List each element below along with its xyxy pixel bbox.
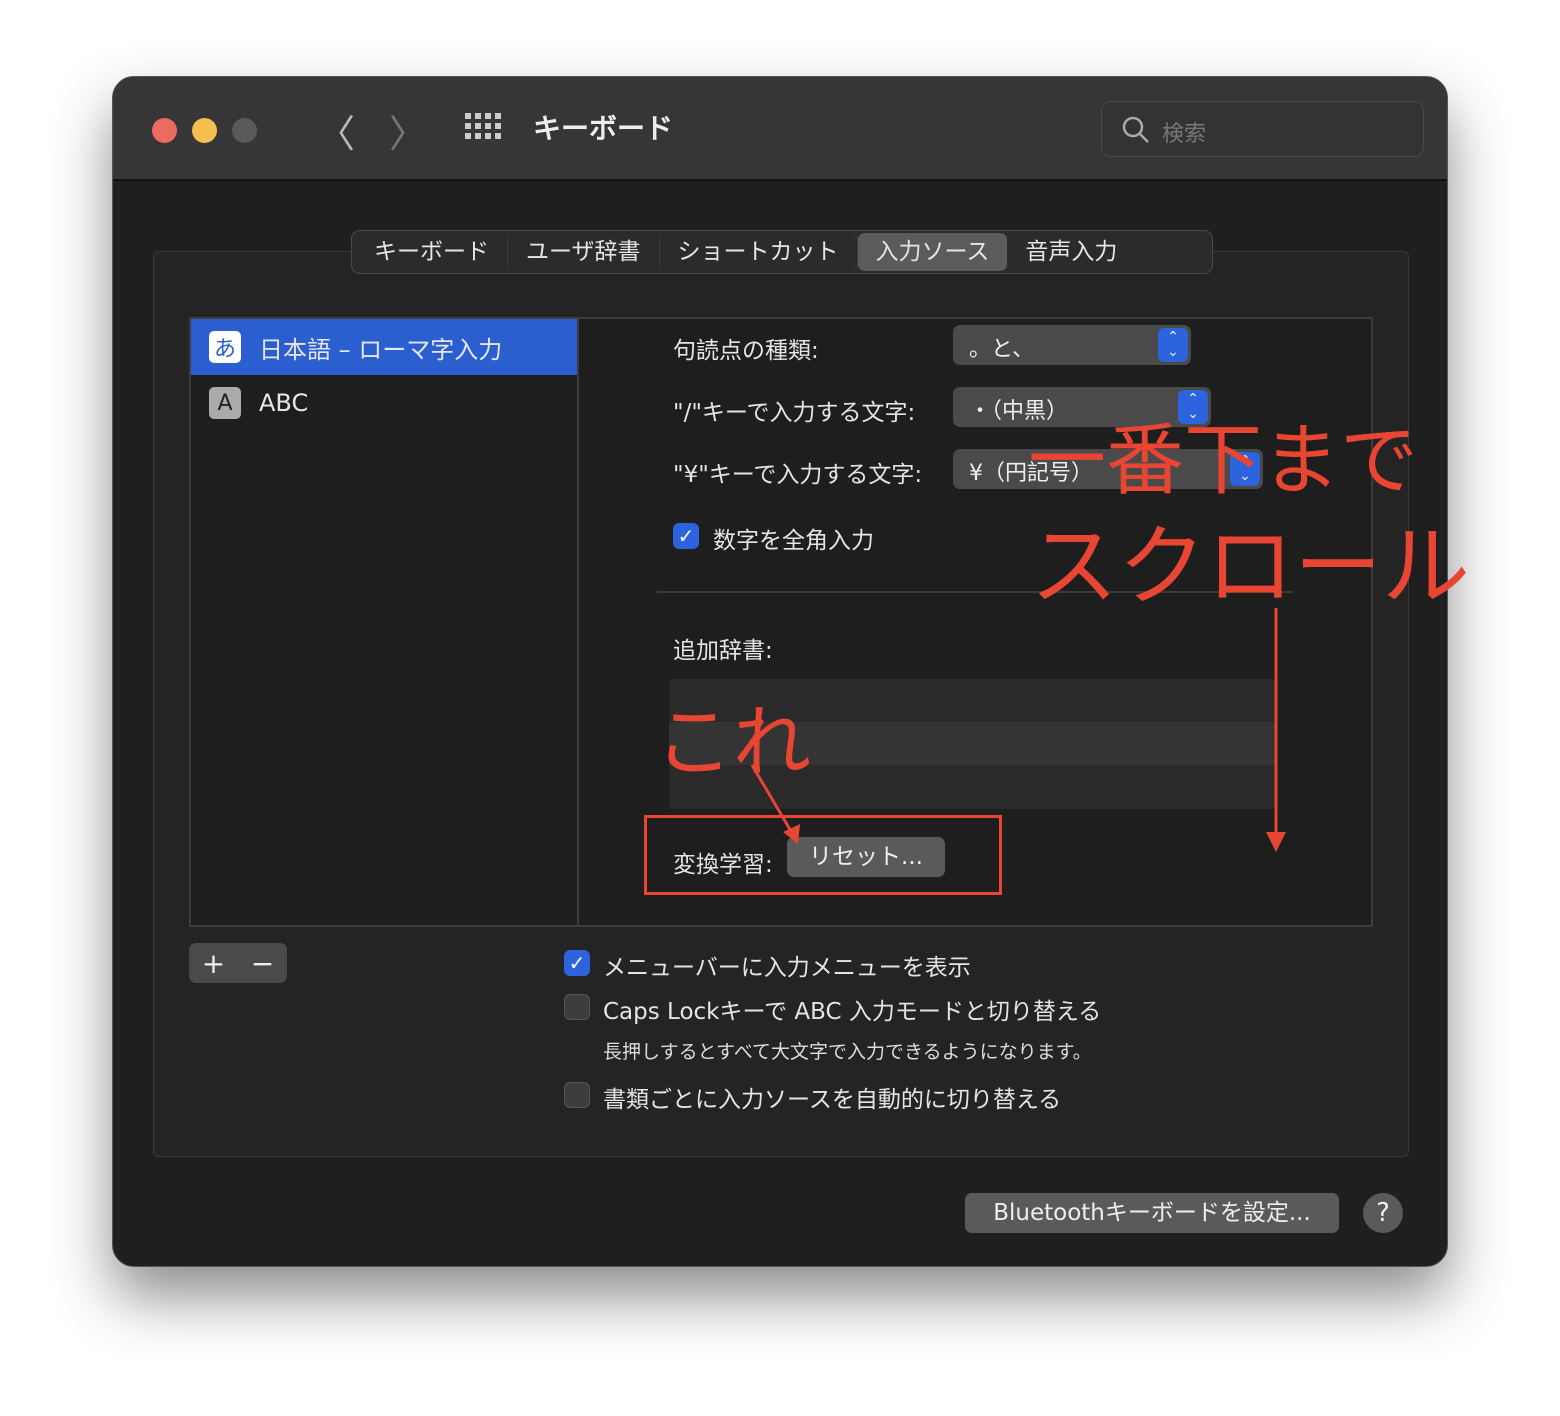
annotation-arrows	[750, 608, 1286, 852]
arrow-head-icon	[783, 824, 800, 844]
pointer-arrow-icon	[750, 764, 797, 839]
arrow-head-icon	[1266, 832, 1286, 852]
